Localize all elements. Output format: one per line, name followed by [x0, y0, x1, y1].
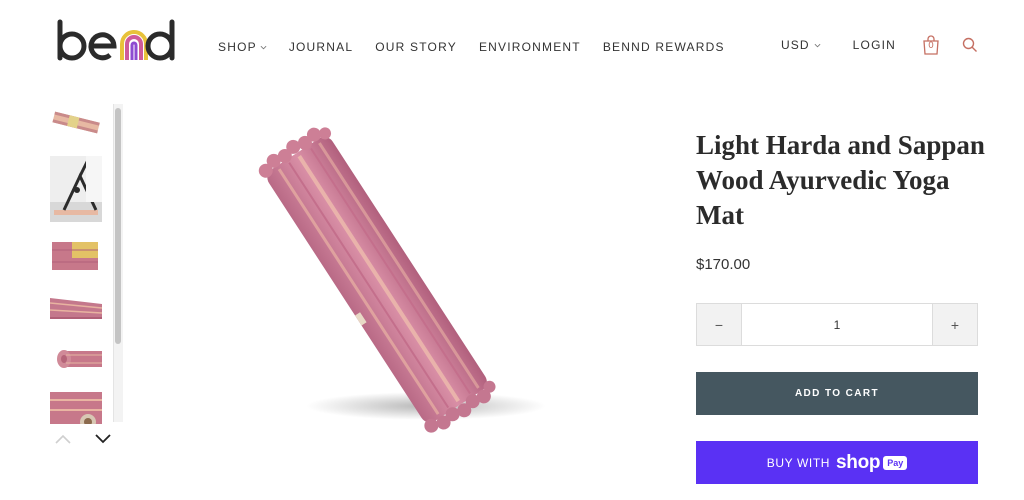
scrollbar-thumb[interactable] — [115, 108, 121, 344]
quantity-increase-button[interactable]: + — [933, 304, 977, 345]
pay-badge: Pay — [883, 455, 908, 470]
quantity-decrease-button[interactable]: − — [697, 304, 741, 345]
search-icon[interactable] — [962, 37, 978, 53]
cart-count: 0 — [928, 41, 934, 51]
thumbnail-folded-mat[interactable] — [50, 236, 102, 274]
chevron-down-icon — [814, 43, 821, 47]
shop-pay-logo-text: shop — [836, 451, 881, 473]
thumbnail-mat-edge[interactable] — [50, 288, 102, 326]
site-header: SHOP JOURNAL OUR STORY ENVIRONMENT BENND… — [0, 0, 1024, 92]
chevron-down-icon — [260, 45, 267, 49]
add-to-cart-button[interactable]: ADD TO CART — [696, 372, 978, 415]
nav-item-our-story[interactable]: OUR STORY — [375, 40, 457, 54]
buy-with-label: BUY WITH — [766, 455, 831, 470]
bend-logo[interactable] — [52, 16, 180, 68]
cart-icon[interactable]: 0 — [922, 34, 940, 56]
chevron-down-icon[interactable] — [94, 432, 112, 446]
login-link[interactable]: LOGIN — [853, 38, 896, 52]
header-utilities: USD LOGIN 0 — [781, 34, 978, 56]
nav-item-label: ENVIRONMENT — [478, 40, 581, 54]
nav-item-shop[interactable]: SHOP — [218, 40, 267, 54]
nav-item-environment[interactable]: ENVIRONMENT — [479, 40, 581, 54]
thumbnail-arrows — [54, 432, 112, 446]
main-nav: SHOP JOURNAL OUR STORY ENVIRONMENT BENND… — [218, 40, 747, 54]
currency-label: USD — [781, 38, 810, 52]
chevron-up-icon[interactable] — [54, 432, 72, 446]
thumbnail-yoga-pose[interactable] — [50, 156, 102, 222]
quantity-input[interactable] — [741, 304, 933, 345]
nav-item-bennd-rewards[interactable]: BENND REWARDS — [603, 40, 725, 54]
nav-item-label: SHOP — [218, 40, 257, 54]
thumbnail-scrollbar[interactable] — [113, 104, 123, 422]
thumbnail-mat-detail[interactable] — [50, 392, 102, 424]
product-title: Light Harda and Sappan Wood Ayurvedic Yo… — [696, 130, 985, 230]
nav-item-label: JOURNAL — [288, 40, 354, 54]
nav-item-label: OUR STORY — [375, 40, 457, 54]
currency-selector[interactable]: USD — [781, 38, 821, 52]
buy-with-shop-pay-button[interactable]: BUY WITH shop Pay — [696, 441, 978, 484]
quantity-stepper: − + — [696, 303, 978, 346]
thumbnail-gallery — [50, 104, 110, 424]
product-price: $170.00 — [696, 256, 751, 273]
product-main-image[interactable] — [226, 108, 546, 448]
thumbnail-flat-mat[interactable] — [50, 104, 102, 142]
nav-item-label: BENND REWARDS — [602, 40, 725, 54]
nav-item-journal[interactable]: JOURNAL — [289, 40, 353, 54]
thumbnail-rolled-mat[interactable] — [50, 340, 102, 378]
